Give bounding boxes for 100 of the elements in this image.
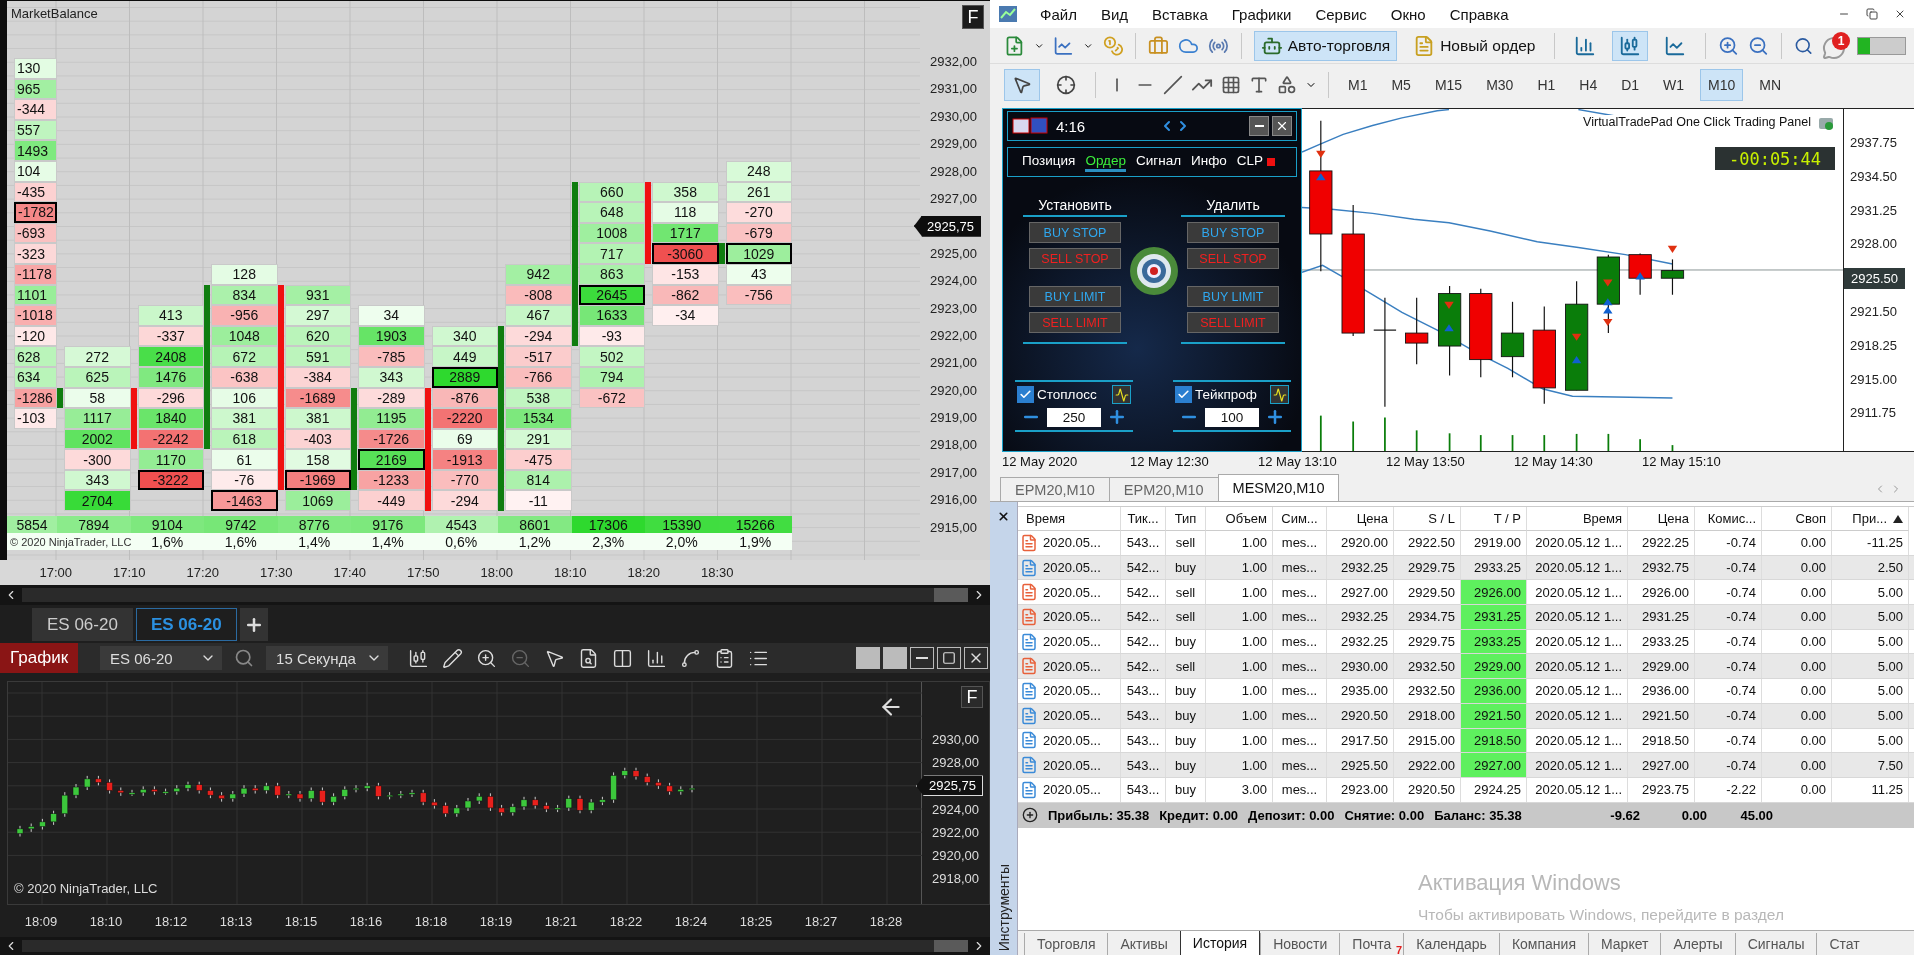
- table-cell: 2932.25: [1327, 605, 1394, 629]
- new-order-button[interactable]: Новый ордер: [1406, 30, 1543, 61]
- volume-cell: 634: [14, 366, 57, 388]
- volume-cell: -2242: [137, 428, 204, 450]
- terminal-tab[interactable]: Стат: [1816, 933, 1872, 955]
- terminal-tab[interactable]: Календарь: [1403, 933, 1499, 955]
- table-cell: 2020.05...: [1043, 584, 1101, 600]
- volume-cell: 1493: [14, 140, 57, 161]
- timeframe-button[interactable]: H4: [1571, 68, 1606, 101]
- volume-cell: -517: [505, 346, 572, 367]
- volume-cell: -770: [431, 469, 498, 491]
- table-cell: 0.00: [1762, 531, 1832, 555]
- terminal-tab[interactable]: Почта 7: [1339, 933, 1404, 955]
- interval-dropdown[interactable]: 15 Секунда: [266, 646, 389, 670]
- panel-tab[interactable]: Инфо: [1191, 152, 1227, 172]
- volume-cell: 104: [14, 160, 57, 182]
- price-label: 2920,00: [932, 847, 979, 863]
- instrument-tab[interactable]: ES 06-20: [32, 608, 133, 641]
- volume-cell: -435: [14, 181, 57, 203]
- terminal-tab[interactable]: Новости: [1260, 933, 1340, 955]
- panel-tab[interactable]: Позиция: [1022, 152, 1076, 172]
- timeframe-button[interactable]: M15: [1426, 68, 1471, 101]
- volume-cell: 863: [578, 263, 645, 285]
- volume-cell: 2002: [64, 428, 131, 450]
- table-cell: mes...: [1273, 531, 1327, 555]
- price-label: 2932,00: [930, 54, 977, 69]
- table-cell: 2927.00: [1327, 580, 1394, 605]
- order-button[interactable]: BUY LIMIT: [1029, 286, 1121, 307]
- table-cell: 543...: [1121, 777, 1166, 802]
- terminal-tab[interactable]: Сигналы: [1734, 933, 1817, 955]
- format-button[interactable]: F: [962, 5, 984, 29]
- menu-item[interactable]: Окно: [1378, 5, 1438, 23]
- terminal-tab[interactable]: Торговля: [1024, 933, 1108, 955]
- value-field[interactable]: 250: [1047, 407, 1101, 427]
- menu-item[interactable]: Вид: [1088, 5, 1141, 23]
- terminal-tab[interactable]: Компания: [1498, 933, 1588, 955]
- panel-tab[interactable]: Ордер: [1085, 152, 1126, 172]
- order-button[interactable]: BUY LIMIT: [1187, 286, 1279, 307]
- timeframe-button[interactable]: D1: [1613, 68, 1648, 101]
- timeframe-button[interactable]: M10: [1700, 68, 1744, 101]
- table-cell: 2930.00: [1327, 654, 1394, 679]
- time-label: 12 May 13:10: [1258, 453, 1338, 469]
- price-label: 2930,00: [930, 108, 977, 124]
- volume-cell: 814: [505, 469, 572, 491]
- table-cell: sell: [1166, 580, 1206, 605]
- timeframe-button[interactable]: M30: [1478, 68, 1522, 101]
- volume-cell: 1008: [578, 222, 645, 244]
- table-cell: 2020.05...: [1043, 609, 1101, 625]
- volume-cell: 106: [211, 387, 278, 409]
- auto-trading-button[interactable]: Авто-торговля: [1253, 30, 1398, 61]
- menu-item[interactable]: Файл: [1028, 5, 1089, 23]
- table-cell: 1.00: [1206, 605, 1273, 629]
- table-cell: 2923.00: [1327, 777, 1394, 802]
- table-cell: mes...: [1273, 605, 1327, 629]
- time-label: 18:20: [626, 565, 661, 580]
- value-field[interactable]: 100: [1205, 407, 1259, 427]
- instrument-dropdown[interactable]: ES 06-20: [100, 646, 223, 670]
- terminal-tab[interactable]: История: [1179, 931, 1261, 955]
- menu-item[interactable]: Сервис: [1303, 5, 1379, 23]
- timeframe-button[interactable]: W1: [1655, 68, 1693, 101]
- terminal-tab[interactable]: Алерты: [1660, 933, 1735, 955]
- price-label: 2927,00: [930, 190, 977, 206]
- chart-tab[interactable]: EPM20,M10: [1000, 477, 1110, 501]
- menu-item[interactable]: Вставка: [1140, 5, 1220, 23]
- volume-cell: -1463: [211, 490, 278, 512]
- terminal-tab[interactable]: Маркет: [1588, 933, 1661, 955]
- table-cell: 543...: [1121, 753, 1166, 777]
- panel-clock: 4:16: [1056, 117, 1086, 135]
- timeframe-button[interactable]: H1: [1529, 68, 1564, 101]
- terminal-tab[interactable]: Активы: [1107, 933, 1180, 955]
- table-cell: 0.00: [1762, 777, 1832, 802]
- table-cell: 2935.00: [1327, 679, 1394, 703]
- volume-cell: 61: [211, 449, 278, 470]
- activation-text: Чтобы активировать Windows, перейдите в раздел: [1418, 906, 1784, 924]
- table-cell: -0.74: [1695, 605, 1762, 629]
- table-cell: buy: [1166, 753, 1206, 777]
- menu-item[interactable]: Графики: [1219, 5, 1304, 23]
- table-cell: 2917.50: [1327, 728, 1394, 753]
- time-label: 18:09: [23, 913, 59, 929]
- timeframe-button[interactable]: M5: [1383, 68, 1419, 101]
- menu-item[interactable]: Справка: [1437, 5, 1521, 23]
- time-label: 18:16: [348, 913, 384, 929]
- volume-cell: -1286: [14, 387, 57, 409]
- table-cell: 0.00: [1762, 605, 1832, 629]
- timeframe-button[interactable]: MN: [1751, 68, 1790, 101]
- panel-tab[interactable]: Сигнал: [1135, 152, 1182, 172]
- volume-cell: -270: [725, 202, 792, 223]
- format-button[interactable]: F: [961, 686, 983, 708]
- table-cell: 2918.50: [1461, 728, 1527, 753]
- instrument-tab[interactable]: ES 06-20: [135, 608, 237, 641]
- table-cell: 3.00: [1206, 777, 1273, 802]
- chart-tab[interactable]: MESM20,M10: [1217, 474, 1340, 501]
- order-button[interactable]: BUY STOP: [1187, 222, 1279, 243]
- table-cell: 5.00: [1832, 629, 1909, 654]
- volume-cell: -11: [505, 490, 572, 512]
- order-button[interactable]: BUY STOP: [1029, 222, 1121, 243]
- table-cell: sell: [1166, 654, 1206, 679]
- timeframe-button[interactable]: M1: [1340, 68, 1376, 101]
- panel-tab[interactable]: CLP: [1236, 152, 1264, 172]
- volume-cell: -1726: [358, 428, 425, 450]
